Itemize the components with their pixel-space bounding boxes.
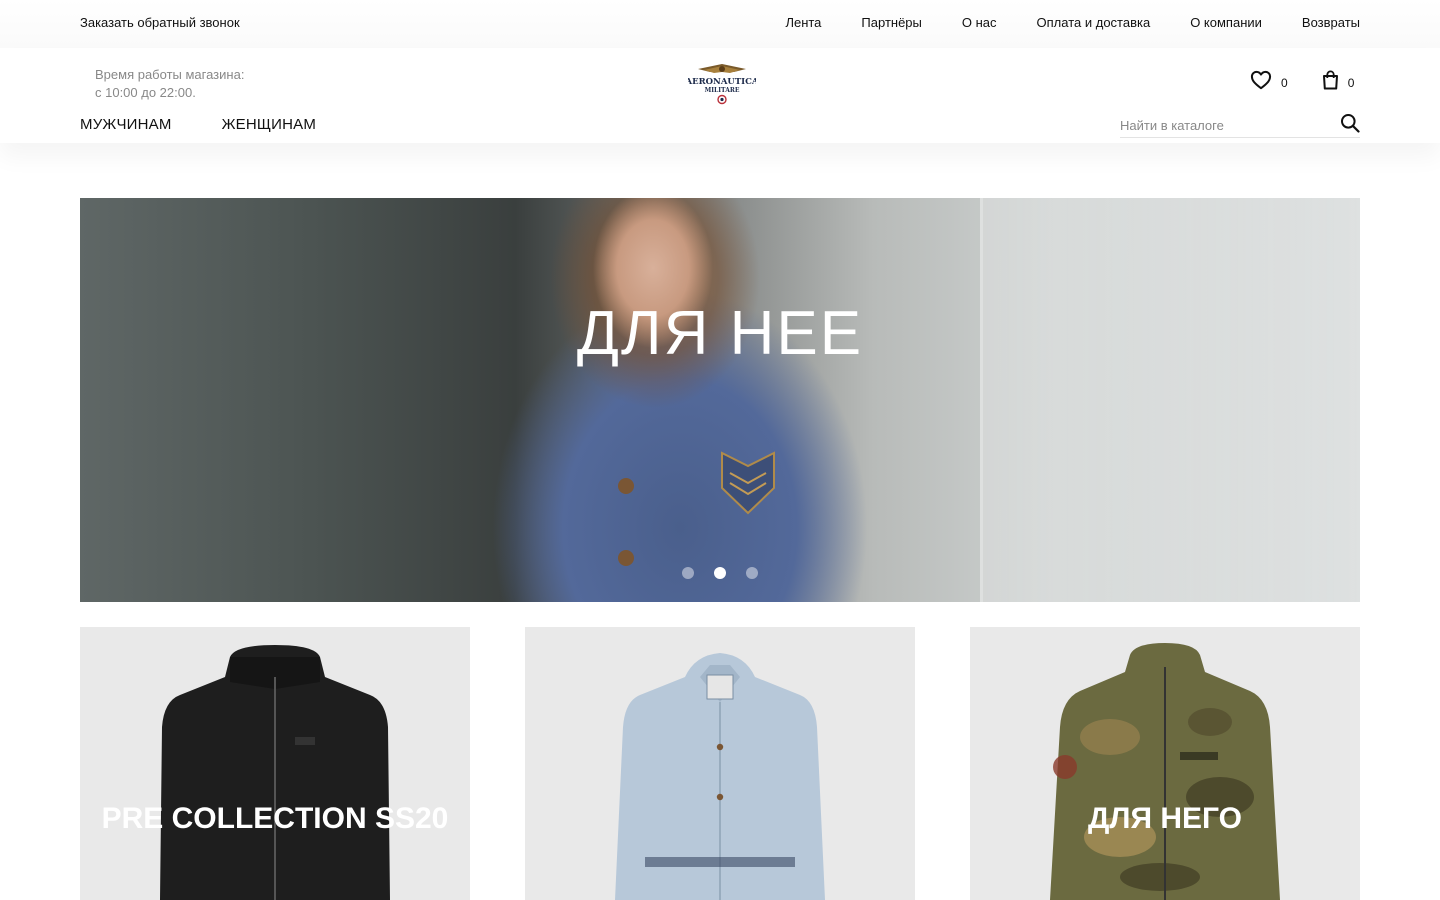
site-header: Время работы магазина: с 10:00 до 22:00.… [0,48,1440,143]
shopping-bag-icon [1322,70,1338,90]
logo-wordmark: AERONAUTICA [688,77,756,87]
cart-count: 0 [1347,76,1355,90]
top-nav-company[interactable]: О компании [1190,15,1262,30]
card-title-pre-collection: PRE COLLECTION SS20 [101,802,449,835]
catalog-search [1120,112,1360,138]
top-bar: Заказать обратный звонок Лента Партнёры … [0,0,1440,48]
blue-shirt-dress-image [615,653,825,900]
top-nav-feed[interactable]: Лента [785,15,821,30]
heart-icon [1250,70,1272,90]
store-hours-label: Время работы магазина: [95,67,245,82]
wishlist-button[interactable]: 0 [1250,70,1288,90]
slider-dots [682,567,758,579]
main-nav: МУЖЧИНАМ ЖЕНЩИНАМ [80,116,316,133]
header-icons: 0 0 [1250,70,1354,90]
top-nav-payment-delivery[interactable]: Оплата и доставка [1037,15,1151,30]
hero-title: ДЛЯ НЕЕ [576,299,864,368]
category-card-pre-collection[interactable]: PRE COLLECTION SS20 [80,627,470,900]
main-nav-women[interactable]: ЖЕНЩИНАМ [222,116,316,133]
camouflage-jacket-image [1050,643,1280,900]
top-nav-partners[interactable]: Партнёры [861,15,921,30]
store-hours: Время работы магазина: с 10:00 до 22:00. [95,66,244,102]
top-nav-returns[interactable]: Возвраты [1302,15,1360,30]
top-nav-about[interactable]: О нас [962,15,997,30]
brand-logo[interactable]: AERONAUTICA MILITARE [685,60,759,110]
slider-dot-2[interactable] [714,567,726,579]
category-card-men[interactable]: ДЛЯ НЕГО [970,627,1360,900]
hero-jacket-details [618,451,775,566]
card-title-for-him: ДЛЯ НЕГО [1088,802,1242,835]
category-cards: PRE COLLECTION SS20 ДЛЯ НЕГО [80,627,1360,900]
hero-slider[interactable]: ДЛЯ НЕЕ [80,198,1360,602]
black-jacket-image [160,645,390,900]
main-nav-men[interactable]: МУЖЧИНАМ [80,116,172,133]
store-hours-value: с 10:00 до 22:00. [95,85,196,100]
cart-button[interactable]: 0 [1322,70,1355,90]
search-input[interactable] [1120,115,1330,135]
category-card-women[interactable] [525,627,915,900]
slider-dot-1[interactable] [682,567,694,579]
slider-dot-3[interactable] [746,567,758,579]
wishlist-count: 0 [1281,76,1288,90]
logo-subwordmark: MILITARE [705,87,740,94]
search-icon[interactable] [1340,113,1360,133]
callback-link[interactable]: Заказать обратный звонок [80,15,240,30]
top-nav: Лента Партнёры О нас Оплата и доставка О… [785,15,1360,30]
